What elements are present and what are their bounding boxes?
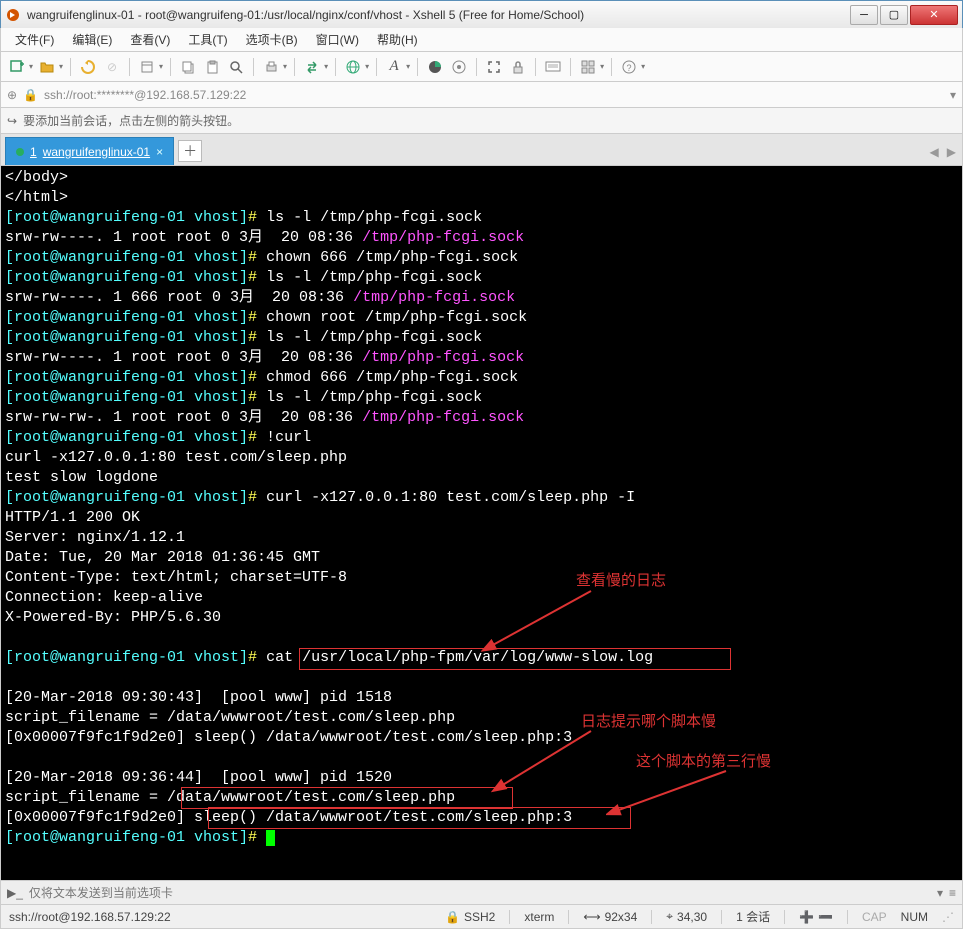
- arrow-icon: [481, 586, 601, 656]
- lock-icon[interactable]: [508, 57, 528, 77]
- close-button[interactable]: ✕: [910, 5, 958, 25]
- print-icon[interactable]: [261, 57, 281, 77]
- highlight-box: [208, 807, 631, 829]
- menu-help[interactable]: 帮助(H): [369, 28, 426, 51]
- chevron-down-icon[interactable]: ▾: [937, 886, 943, 900]
- dropdown-icon[interactable]: ▾: [59, 62, 63, 71]
- session-tab[interactable]: 1 wangruifenglinux-01 ×: [5, 137, 174, 165]
- window-title: wangruifenglinux-01 - root@wangruifeng-0…: [27, 8, 848, 22]
- app-icon: [5, 7, 21, 23]
- keyboard-icon[interactable]: [543, 57, 563, 77]
- address-text[interactable]: ssh://root:********@192.168.57.129:22: [44, 88, 944, 102]
- dropdown-icon[interactable]: ▾: [283, 62, 287, 71]
- minimize-button[interactable]: ─: [850, 5, 878, 25]
- annotation-text: 日志提示哪个脚本慢: [581, 712, 716, 732]
- layout-icon[interactable]: [578, 57, 598, 77]
- disconnect-icon[interactable]: ⊘: [102, 57, 122, 77]
- cursor-pos-icon: ⌖: [666, 909, 673, 924]
- globe-icon[interactable]: [343, 57, 363, 77]
- resize-icon: ⟷: [583, 910, 600, 924]
- status-sessions: 1 会话: [736, 908, 770, 925]
- tab-bar: 1 wangruifenglinux-01 × ＋ ◀ ▶: [0, 134, 963, 166]
- menu-window[interactable]: 窗口(W): [308, 28, 367, 51]
- copy-icon[interactable]: [178, 57, 198, 77]
- transfer-icon[interactable]: [302, 57, 322, 77]
- paste-icon[interactable]: [202, 57, 222, 77]
- minus-icon[interactable]: ➖: [818, 910, 833, 924]
- menubar: 文件(F) 编辑(E) 查看(V) 工具(T) 选项卡(B) 窗口(W) 帮助(…: [0, 28, 963, 52]
- status-dot-icon: [16, 148, 24, 156]
- theme-icon[interactable]: [449, 57, 469, 77]
- send-bar: ▶_ 仅将文本发送到当前选项卡 ▾ ≡: [0, 881, 963, 905]
- menu-view[interactable]: 查看(V): [122, 28, 178, 51]
- color-icon[interactable]: [425, 57, 445, 77]
- quick-connect-icon[interactable]: ⊕: [7, 88, 17, 102]
- highlight-box: [299, 648, 731, 670]
- tab-close-icon[interactable]: ×: [156, 145, 163, 159]
- tab-index: 1: [30, 145, 37, 159]
- toolbar: ▾ ▾ ⊘ ▾ ▾ ▾ ▾ A▾ ▾ ?▾: [0, 52, 963, 82]
- chevron-down-icon[interactable]: ▾: [950, 88, 956, 102]
- dropdown-icon[interactable]: ▾: [159, 62, 163, 71]
- dropdown-icon[interactable]: ▾: [324, 62, 328, 71]
- status-ssh: SSH2: [464, 910, 495, 924]
- add-tab-button[interactable]: ＋: [178, 140, 202, 162]
- maximize-button[interactable]: ▢: [880, 5, 908, 25]
- dropdown-icon[interactable]: ▾: [600, 62, 604, 71]
- terminal[interactable]: </body> </html> [root@wangruifeng-01 vho…: [0, 166, 963, 881]
- status-pos: 34,30: [677, 910, 707, 924]
- status-term: xterm: [524, 910, 554, 924]
- open-icon[interactable]: [37, 57, 57, 77]
- hint-bar: ↪ 要添加当前会话，点击左侧的箭头按钮。: [0, 108, 963, 134]
- lock-icon: 🔒: [445, 910, 460, 924]
- dropdown-icon[interactable]: ▾: [365, 62, 369, 71]
- lock-icon: 🔒: [23, 88, 38, 102]
- find-icon[interactable]: [226, 57, 246, 77]
- address-bar: ⊕ 🔒 ssh://root:********@192.168.57.129:2…: [0, 82, 963, 108]
- annotation-text: 查看慢的日志: [576, 571, 666, 591]
- send-text[interactable]: 仅将文本发送到当前选项卡: [29, 884, 931, 901]
- menu-icon[interactable]: ≡: [949, 886, 956, 900]
- fullscreen-icon[interactable]: [484, 57, 504, 77]
- plus-icon[interactable]: ➕: [799, 910, 814, 924]
- resize-grip-icon[interactable]: ⋰: [942, 910, 954, 924]
- menu-edit[interactable]: 编辑(E): [64, 28, 120, 51]
- tab-next-icon[interactable]: ▶: [947, 145, 956, 159]
- cursor: [266, 830, 275, 846]
- dropdown-icon[interactable]: ▾: [641, 62, 645, 71]
- status-address: ssh://root@192.168.57.129:22: [9, 910, 431, 924]
- send-icon[interactable]: ▶_: [7, 886, 23, 900]
- highlight-box: [181, 787, 513, 809]
- status-num: NUM: [901, 910, 928, 924]
- annotation-text: 这个脚本的第三行慢: [636, 752, 771, 772]
- reconnect-icon[interactable]: [78, 57, 98, 77]
- titlebar: wangruifenglinux-01 - root@wangruifeng-0…: [0, 0, 963, 28]
- status-size: 92x34: [605, 910, 638, 924]
- tab-nav: ◀ ▶: [930, 145, 956, 159]
- font-icon[interactable]: A: [384, 57, 404, 77]
- properties-icon[interactable]: [137, 57, 157, 77]
- tab-label: wangruifenglinux-01: [43, 145, 150, 159]
- svg-text:?: ?: [627, 63, 632, 73]
- menu-file[interactable]: 文件(F): [7, 28, 62, 51]
- dropdown-icon[interactable]: ▾: [406, 62, 410, 71]
- menu-tools[interactable]: 工具(T): [180, 28, 235, 51]
- help-icon[interactable]: ?: [619, 57, 639, 77]
- new-session-icon[interactable]: [7, 57, 27, 77]
- tab-prev-icon[interactable]: ◀: [930, 145, 939, 159]
- hint-arrow-icon[interactable]: ↪: [7, 114, 17, 128]
- status-cap: CAP: [862, 910, 887, 924]
- dropdown-icon[interactable]: ▾: [29, 62, 33, 71]
- status-bar: ssh://root@192.168.57.129:22 🔒 SSH2 xterm…: [0, 905, 963, 929]
- menu-tabs[interactable]: 选项卡(B): [238, 28, 306, 51]
- hint-text: 要添加当前会话，点击左侧的箭头按钮。: [23, 112, 239, 129]
